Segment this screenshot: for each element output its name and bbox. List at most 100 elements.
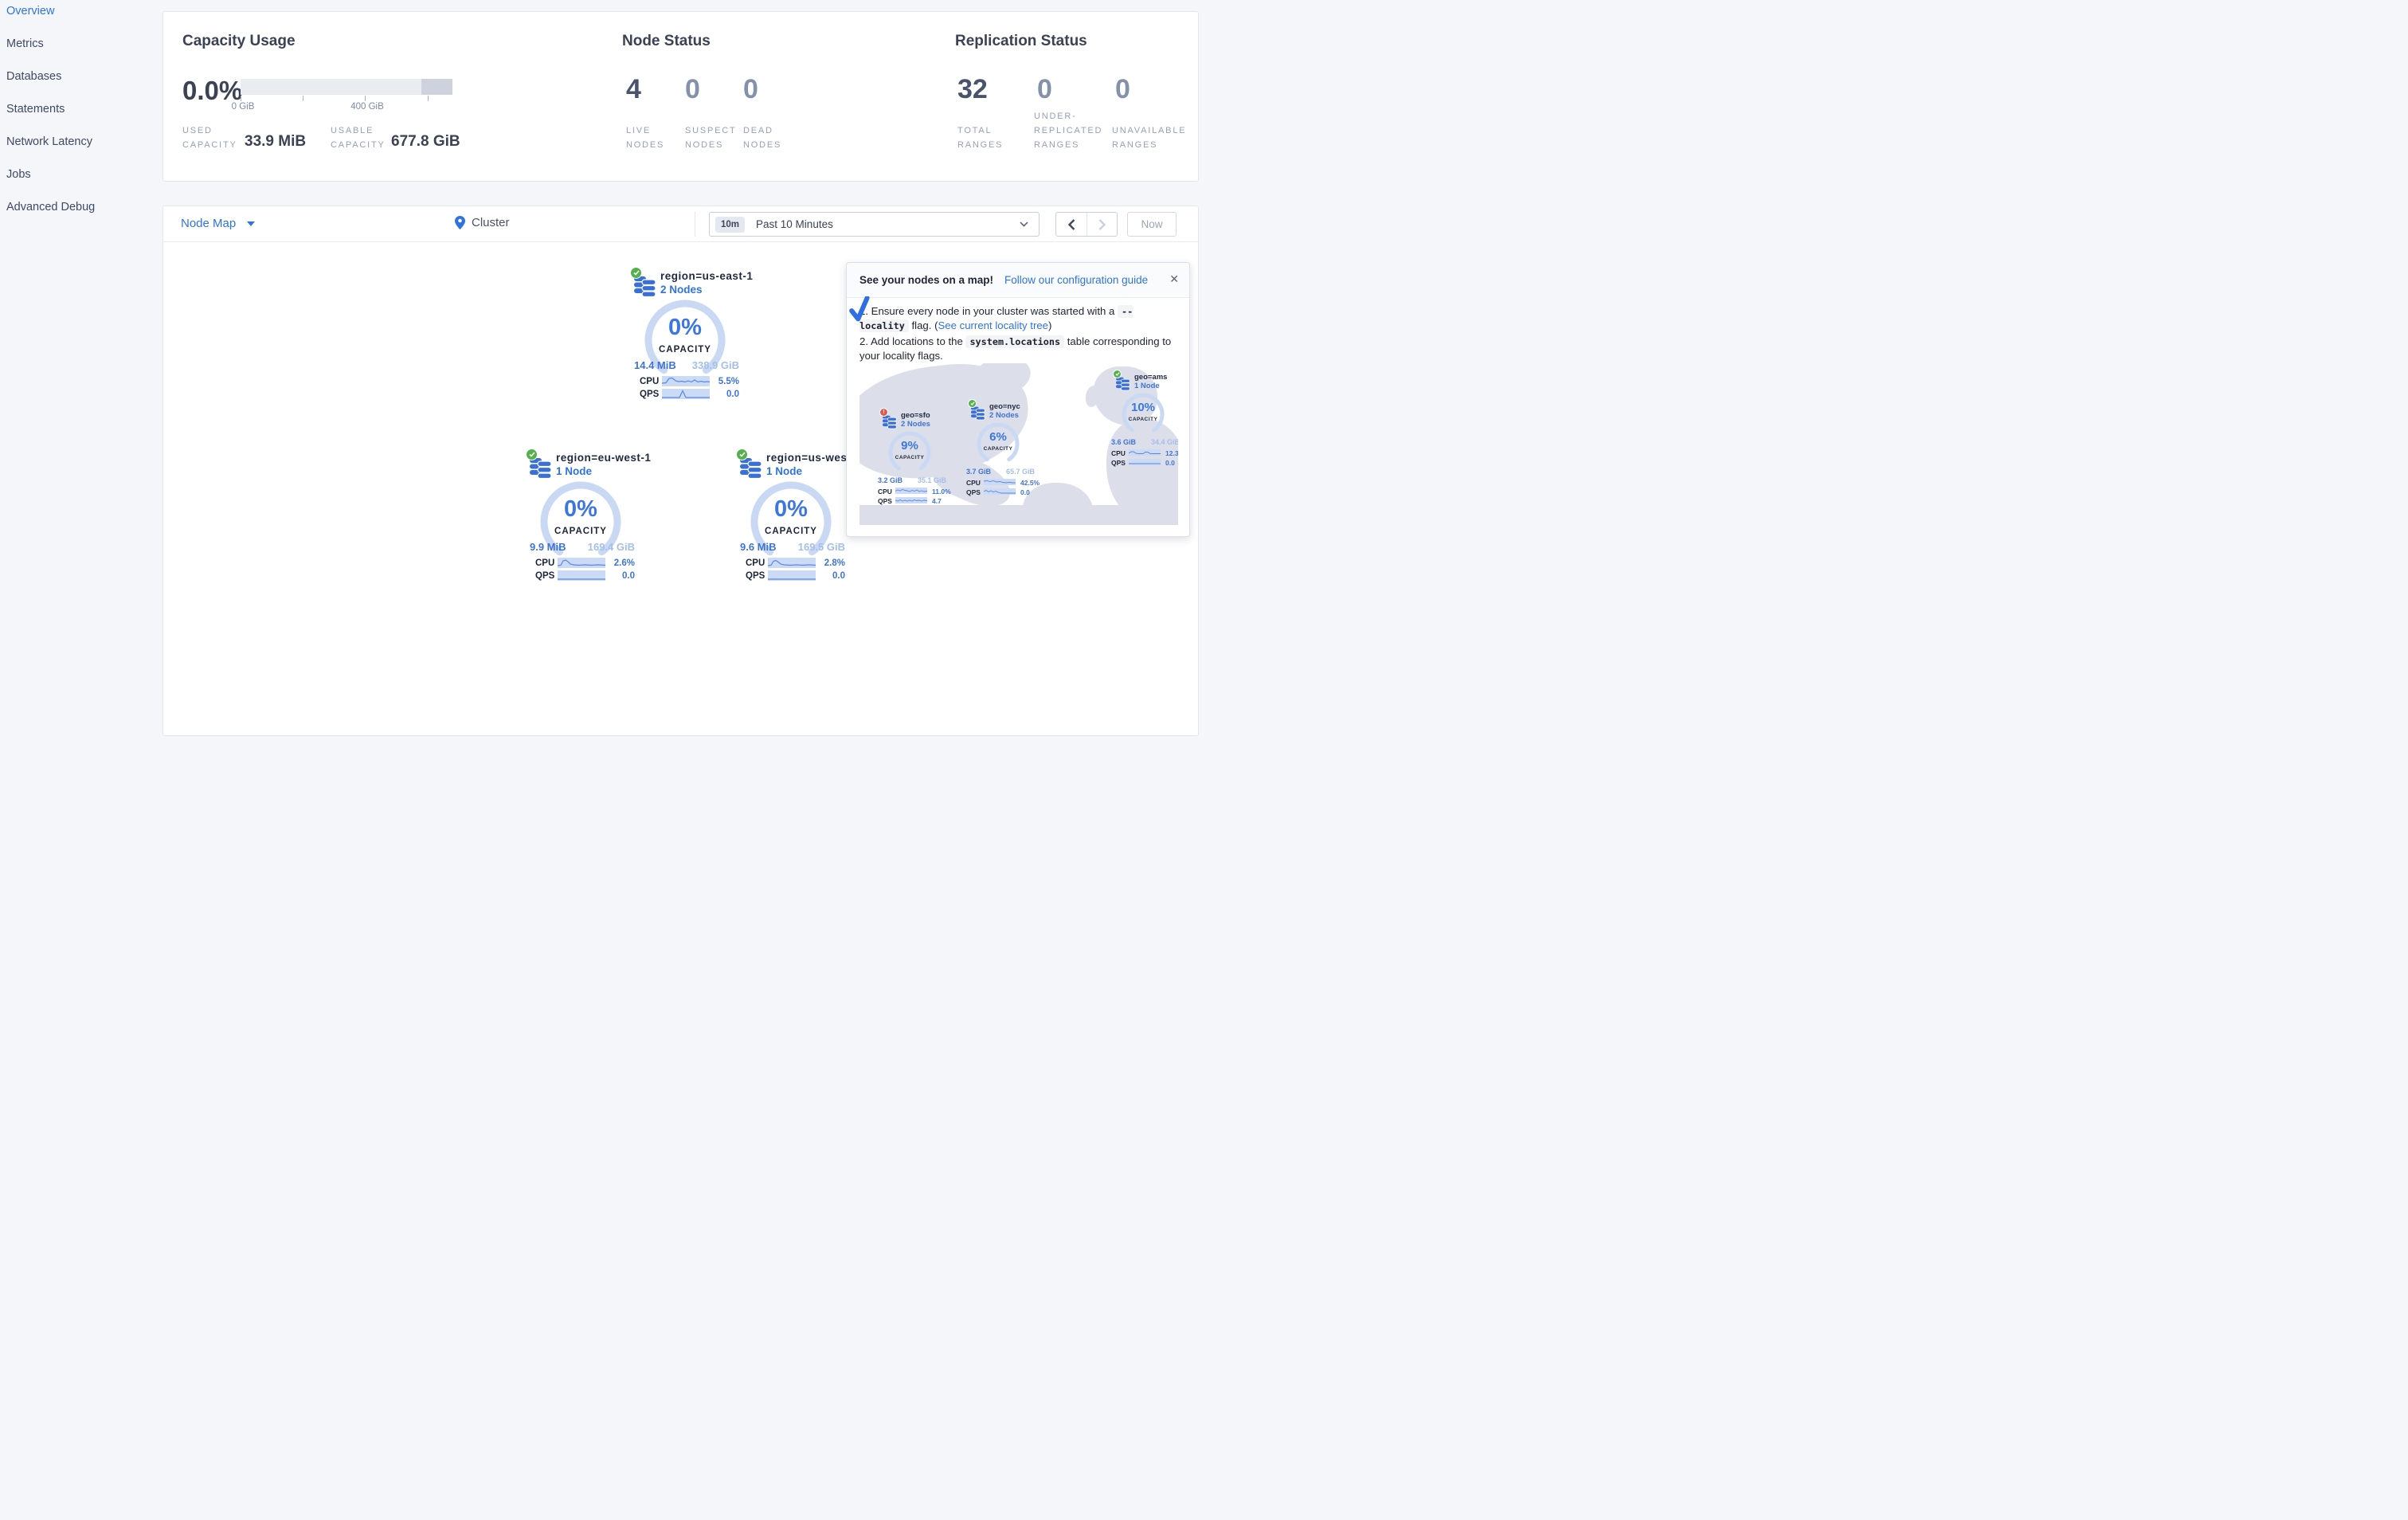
cpu-sparkline (984, 479, 1016, 485)
used-capacity-value: 33.9 MiB (245, 133, 307, 150)
handdrawn-check-icon (849, 296, 870, 322)
map-land-band (859, 505, 1178, 525)
breadcrumb-label: Cluster (472, 216, 510, 229)
sidebar: Overview Metrics Databases Statements Ne… (0, 0, 156, 760)
healthy-check-icon (1113, 370, 1122, 378)
cluster-summary-panel: Capacity Usage 0.0% 0 GiB 400 GiB USED CA… (162, 11, 1199, 182)
mini-total-capacity: 35.1 GiB (917, 476, 946, 484)
under-replicated-count: 0 (1037, 74, 1052, 104)
database-icon (526, 449, 552, 479)
sidebar-item-advanced-debug[interactable]: Advanced Debug (6, 201, 95, 217)
qps-sparkline (768, 570, 816, 581)
database-icon (968, 399, 985, 421)
cpu-sparkline (895, 488, 927, 494)
cpu-label: CPU (966, 479, 981, 487)
mini-total-capacity: 65.7 GiB (1005, 468, 1035, 476)
dead-nodes-count: 0 (743, 74, 758, 104)
tooltip-steps: 1. Ensure every node in your cluster was… (859, 304, 1180, 365)
breadcrumb[interactable]: Cluster (455, 216, 510, 229)
capacity-gauge-percent: 0% (774, 496, 808, 522)
region-nodes-link[interactable]: 1 Node (556, 465, 592, 477)
cpu-value: 2.6% (613, 558, 635, 568)
capacity-gauge-percent: 0% (668, 315, 702, 340)
capacity-bar (241, 79, 452, 95)
sidebar-item-jobs[interactable]: Jobs (6, 168, 31, 184)
close-icon[interactable]: ✕ (1169, 272, 1179, 286)
map-region-nodes: 2 Nodes (901, 420, 930, 429)
region-used-capacity: 14.4 MiB (634, 359, 676, 371)
locality-tree-link[interactable]: See current locality tree (938, 319, 1048, 331)
qps-value: 0.0 (832, 571, 845, 581)
qps-value: 0.0 (1165, 459, 1175, 467)
mini-used-capacity: 3.6 GiB (1111, 438, 1137, 446)
time-range-dropdown[interactable]: 10m Past 10 Minutes (709, 212, 1040, 237)
capacity-tick (428, 96, 429, 101)
usable-capacity-value: 677.8 GiB (391, 133, 460, 150)
database-icon (1113, 370, 1130, 391)
time-range-badge: 10m (715, 216, 746, 233)
region-nodes-link[interactable]: 2 Nodes (660, 284, 703, 296)
cpu-value: 5.5% (718, 377, 739, 386)
region-nodes-link[interactable]: 1 Node (766, 465, 802, 477)
cpu-label: CPU (878, 488, 892, 496)
now-button[interactable]: Now (1127, 212, 1177, 237)
sidebar-item-network-latency[interactable]: Network Latency (6, 135, 92, 151)
qps-label: QPS (535, 571, 555, 581)
cpu-label: CPU (640, 377, 660, 386)
cpu-value: 42.5% (1020, 479, 1040, 487)
sidebar-item-databases[interactable]: Databases (6, 70, 61, 86)
replication-status-title: Replication Status (955, 33, 1087, 49)
qps-sparkline (895, 497, 927, 503)
mini-capacity-gauge: 6% CAPACITY (976, 421, 1020, 466)
mini-used-capacity: 3.7 GiB (966, 468, 992, 476)
unavailable-ranges-count: 0 (1115, 74, 1130, 104)
sidebar-item-overview[interactable]: Overview (6, 5, 54, 21)
cpu-sparkline (558, 558, 605, 568)
suspect-nodes-count: 0 (685, 74, 700, 104)
time-forward-button[interactable] (1087, 213, 1117, 236)
usable-capacity-label: USABLE CAPACITY (331, 126, 386, 150)
tooltip-header: See your nodes on a map! Follow our conf… (847, 263, 1189, 298)
view-mode-dropdown[interactable]: Node Map (181, 217, 256, 230)
qps-sparkline (984, 488, 1016, 495)
cpu-label: CPU (1111, 449, 1126, 457)
map-region-name: geo=nyc (989, 402, 1020, 411)
qps-value: 0.0 (726, 390, 739, 399)
time-back-button[interactable] (1056, 213, 1087, 236)
capacity-gauge-label: CAPACITY (765, 527, 817, 536)
view-mode-label: Node Map (181, 217, 237, 230)
mini-capacity-gauge: 9% CAPACITY (887, 430, 932, 475)
sidebar-item-statements[interactable]: Statements (6, 103, 65, 119)
qps-value: 0.0 (622, 571, 635, 581)
capacity-tick-label-0: 0 GiB (231, 102, 255, 112)
tooltip-step-2: 2. Add locations to the system.locations… (859, 335, 1172, 362)
healthy-check-icon (526, 449, 538, 460)
healthy-check-icon (630, 267, 642, 279)
tooltip-step-1: 1. Ensure every node in your cluster was… (859, 305, 1134, 332)
cpu-sparkline (1129, 449, 1161, 456)
system-locations-code: system.locations (965, 335, 1065, 348)
qps-sparkline (558, 570, 605, 581)
cpu-label: CPU (535, 558, 555, 568)
node-map-toolbar: Node Map Cluster 10m Past 10 Minutes Now (163, 206, 1198, 242)
under-replicated-label: UNDER- REPLICATED RANGES (1034, 112, 1103, 150)
node-map-setup-tooltip: See your nodes on a map! Follow our conf… (846, 262, 1190, 537)
database-icon (630, 267, 656, 297)
configuration-guide-link[interactable]: Follow our configuration guide (1004, 274, 1148, 286)
database-icon: ! (879, 408, 897, 429)
node-map-panel: Node Map Cluster 10m Past 10 Minutes Now… (162, 206, 1199, 736)
region-used-capacity: 9.6 MiB (740, 541, 777, 553)
suspect-nodes-label: SUSPECT NODES (685, 126, 737, 150)
sidebar-item-metrics[interactable]: Metrics (6, 37, 44, 53)
tooltip-title: See your nodes on a map! (859, 274, 994, 286)
capacity-bar-reserved-segment (421, 79, 452, 95)
region-used-capacity: 9.9 MiB (530, 541, 566, 553)
qps-sparkline (662, 389, 710, 399)
mini-gauge-percent: 9% (901, 439, 918, 452)
map-region-name: geo=ams (1134, 373, 1168, 382)
region-total-capacity: 169.4 GiB (587, 541, 635, 553)
chevron-left-icon (1067, 218, 1075, 230)
qps-label: QPS (1111, 459, 1126, 467)
healthy-check-icon (968, 399, 977, 408)
map-region-name: geo=sfo (901, 411, 930, 420)
